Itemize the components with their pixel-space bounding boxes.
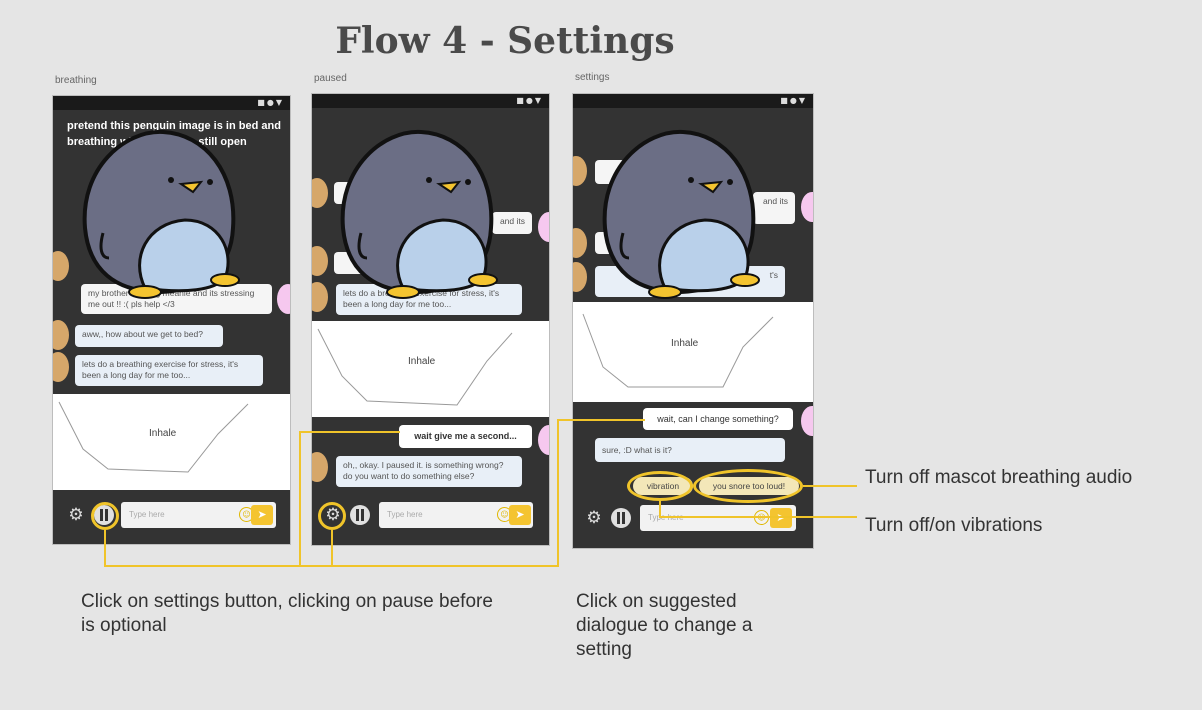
annotation-vibrations: Turn off/on vibrations	[865, 515, 1043, 536]
annotation-settings-button: Click on settings button, clicking on pa…	[81, 591, 493, 636]
annotation-audio: Turn off mascot breathing audio	[865, 467, 1133, 488]
connector-line	[659, 501, 857, 518]
annotation-suggested-dialogue: Click on suggested dialogue to change a …	[576, 591, 753, 660]
connector-line	[299, 431, 400, 566]
connector-line	[104, 419, 645, 567]
